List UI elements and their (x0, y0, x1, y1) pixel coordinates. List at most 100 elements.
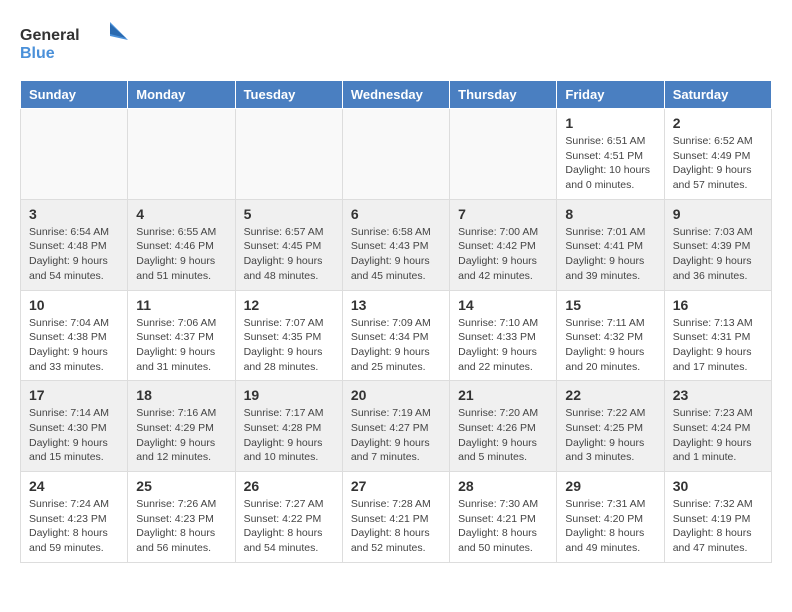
calendar-cell: 27 Sunrise: 7:28 AM Sunset: 4:21 PM Dayli… (342, 472, 449, 563)
day-info: Sunrise: 7:32 AM Sunset: 4:19 PM Dayligh… (673, 497, 763, 556)
day-info: Sunrise: 7:09 AM Sunset: 4:34 PM Dayligh… (351, 316, 441, 375)
calendar-cell: 7Sunrise: 7:00 AM Sunset: 4:42 PM Daylig… (450, 199, 557, 290)
calendar-cell: 19 Sunrise: 7:17 AM Sunset: 4:28 PM Dayli… (235, 381, 342, 472)
day-of-week-header: Thursday (450, 81, 557, 109)
day-info: Sunrise: 7:20 AM Sunset: 4:26 PM Dayligh… (458, 406, 548, 465)
day-info: Sunrise: 7:04 AM Sunset: 4:38 PM Dayligh… (29, 316, 119, 375)
day-info: Sunrise: 7:22 AM Sunset: 4:25 PM Dayligh… (565, 406, 655, 465)
logo-svg: General Blue (20, 20, 130, 64)
day-info: Sunrise: 7:31 AM Sunset: 4:20 PM Dayligh… (565, 497, 655, 556)
logo: General Blue (20, 20, 130, 64)
day-of-week-header: Wednesday (342, 81, 449, 109)
day-number: 14 (458, 297, 548, 313)
day-number: 12 (244, 297, 334, 313)
day-number: 6 (351, 206, 441, 222)
calendar-cell: 12 Sunrise: 7:07 AM Sunset: 4:35 PM Dayli… (235, 290, 342, 381)
calendar-cell: 21 Sunrise: 7:20 AM Sunset: 4:26 PM Dayli… (450, 381, 557, 472)
calendar-cell: 15 Sunrise: 7:11 AM Sunset: 4:32 PM Dayli… (557, 290, 664, 381)
day-number: 28 (458, 478, 548, 494)
day-info: Sunrise: 7:26 AM Sunset: 4:23 PM Dayligh… (136, 497, 226, 556)
calendar-cell: 23 Sunrise: 7:23 AM Sunset: 4:24 PM Dayli… (664, 381, 771, 472)
day-number: 2 (673, 115, 763, 131)
day-info: Sunrise: 6:58 AM Sunset: 4:43 PM Dayligh… (351, 225, 441, 284)
calendar-cell: 5 Sunrise: 6:57 AM Sunset: 4:45 PM Daylig… (235, 199, 342, 290)
calendar-cell: 17 Sunrise: 7:14 AM Sunset: 4:30 PM Dayli… (21, 381, 128, 472)
day-number: 16 (673, 297, 763, 313)
svg-text:General: General (20, 27, 80, 44)
calendar-cell: 22 Sunrise: 7:22 AM Sunset: 4:25 PM Dayli… (557, 381, 664, 472)
day-info: Sunrise: 7:28 AM Sunset: 4:21 PM Dayligh… (351, 497, 441, 556)
day-info: Sunrise: 7:01 AM Sunset: 4:41 PM Dayligh… (565, 225, 655, 284)
day-info: Sunrise: 6:55 AM Sunset: 4:46 PM Dayligh… (136, 225, 226, 284)
calendar-cell: 8 Sunrise: 7:01 AM Sunset: 4:41 PM Daylig… (557, 199, 664, 290)
day-info: Sunrise: 7:14 AM Sunset: 4:30 PM Dayligh… (29, 406, 119, 465)
calendar-cell: 16 Sunrise: 7:13 AM Sunset: 4:31 PM Dayli… (664, 290, 771, 381)
day-number: 3 (29, 206, 119, 222)
day-number: 13 (351, 297, 441, 313)
day-number: 7 (458, 206, 548, 222)
day-of-week-header: Tuesday (235, 81, 342, 109)
day-number: 22 (565, 387, 655, 403)
day-number: 26 (244, 478, 334, 494)
day-number: 20 (351, 387, 441, 403)
day-of-week-header: Monday (128, 81, 235, 109)
calendar-table: SundayMondayTuesdayWednesdayThursdayFrid… (20, 80, 772, 563)
day-of-week-header: Sunday (21, 81, 128, 109)
day-info: Sunrise: 7:17 AM Sunset: 4:28 PM Dayligh… (244, 406, 334, 465)
day-info: Sunrise: 7:16 AM Sunset: 4:29 PM Dayligh… (136, 406, 226, 465)
day-number: 11 (136, 297, 226, 313)
day-number: 30 (673, 478, 763, 494)
calendar-week-row: 1 Sunrise: 6:51 AM Sunset: 4:51 PM Daylig… (21, 109, 772, 200)
calendar-cell (128, 109, 235, 200)
day-info: Sunrise: 7:23 AM Sunset: 4:24 PM Dayligh… (673, 406, 763, 465)
day-of-week-header: Friday (557, 81, 664, 109)
calendar-cell: 1 Sunrise: 6:51 AM Sunset: 4:51 PM Daylig… (557, 109, 664, 200)
day-number: 9 (673, 206, 763, 222)
header: General Blue (20, 20, 772, 64)
day-info: Sunrise: 6:52 AM Sunset: 4:49 PM Dayligh… (673, 134, 763, 193)
calendar-cell: 9 Sunrise: 7:03 AM Sunset: 4:39 PM Daylig… (664, 199, 771, 290)
calendar-cell: 30 Sunrise: 7:32 AM Sunset: 4:19 PM Dayli… (664, 472, 771, 563)
calendar-cell: 2 Sunrise: 6:52 AM Sunset: 4:49 PM Daylig… (664, 109, 771, 200)
day-number: 17 (29, 387, 119, 403)
calendar-cell: 28 Sunrise: 7:30 AM Sunset: 4:21 PM Dayli… (450, 472, 557, 563)
day-number: 21 (458, 387, 548, 403)
day-info: Sunrise: 7:03 AM Sunset: 4:39 PM Dayligh… (673, 225, 763, 284)
day-number: 1 (565, 115, 655, 131)
day-number: 15 (565, 297, 655, 313)
day-info: Sunrise: 7:30 AM Sunset: 4:21 PM Dayligh… (458, 497, 548, 556)
day-number: 5 (244, 206, 334, 222)
day-number: 29 (565, 478, 655, 494)
day-info: Sunrise: 7:06 AM Sunset: 4:37 PM Dayligh… (136, 316, 226, 375)
calendar-cell: 24Sunrise: 7:24 AM Sunset: 4:23 PM Dayli… (21, 472, 128, 563)
day-info: Sunrise: 7:07 AM Sunset: 4:35 PM Dayligh… (244, 316, 334, 375)
day-info: Sunrise: 6:54 AM Sunset: 4:48 PM Dayligh… (29, 225, 119, 284)
calendar-cell: 29 Sunrise: 7:31 AM Sunset: 4:20 PM Dayli… (557, 472, 664, 563)
calendar-cell (21, 109, 128, 200)
calendar-cell: 11 Sunrise: 7:06 AM Sunset: 4:37 PM Dayli… (128, 290, 235, 381)
day-info: Sunrise: 7:11 AM Sunset: 4:32 PM Dayligh… (565, 316, 655, 375)
calendar-cell: 13 Sunrise: 7:09 AM Sunset: 4:34 PM Dayli… (342, 290, 449, 381)
calendar-cell: 20 Sunrise: 7:19 AM Sunset: 4:27 PM Dayli… (342, 381, 449, 472)
day-number: 27 (351, 478, 441, 494)
day-number: 4 (136, 206, 226, 222)
day-info: Sunrise: 7:19 AM Sunset: 4:27 PM Dayligh… (351, 406, 441, 465)
day-info: Sunrise: 7:10 AM Sunset: 4:33 PM Dayligh… (458, 316, 548, 375)
day-number: 8 (565, 206, 655, 222)
day-number: 19 (244, 387, 334, 403)
day-info: Sunrise: 6:57 AM Sunset: 4:45 PM Dayligh… (244, 225, 334, 284)
day-info: Sunrise: 6:51 AM Sunset: 4:51 PM Dayligh… (565, 134, 655, 193)
day-info: Sunrise: 7:24 AM Sunset: 4:23 PM Dayligh… (29, 497, 119, 556)
day-info: Sunrise: 7:27 AM Sunset: 4:22 PM Dayligh… (244, 497, 334, 556)
calendar-cell (450, 109, 557, 200)
day-number: 25 (136, 478, 226, 494)
calendar-cell: 14 Sunrise: 7:10 AM Sunset: 4:33 PM Dayli… (450, 290, 557, 381)
calendar-cell (235, 109, 342, 200)
day-number: 23 (673, 387, 763, 403)
calendar-week-row: 17 Sunrise: 7:14 AM Sunset: 4:30 PM Dayli… (21, 381, 772, 472)
calendar-cell: 18 Sunrise: 7:16 AM Sunset: 4:29 PM Dayli… (128, 381, 235, 472)
calendar-cell: 10Sunrise: 7:04 AM Sunset: 4:38 PM Dayli… (21, 290, 128, 381)
day-number: 18 (136, 387, 226, 403)
day-info: Sunrise: 7:13 AM Sunset: 4:31 PM Dayligh… (673, 316, 763, 375)
calendar-cell (342, 109, 449, 200)
